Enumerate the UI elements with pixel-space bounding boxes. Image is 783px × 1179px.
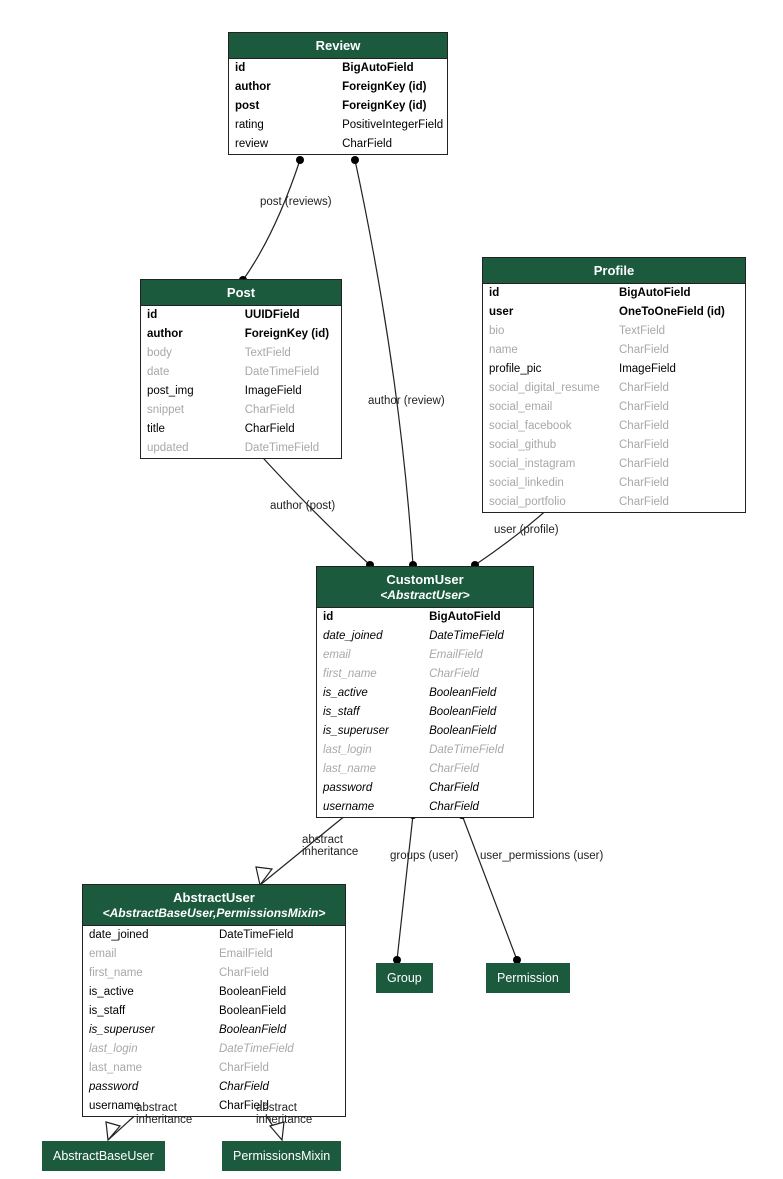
label-groups-user: groups (user)	[390, 850, 458, 862]
box-group: Group	[376, 963, 433, 993]
label-abs-inh-2: abstract inheritance	[136, 1102, 192, 1126]
field-row: is_staffBooleanField	[317, 703, 533, 722]
entity-fields: date_joinedDateTimeFieldemailEmailFieldf…	[83, 926, 345, 1116]
field-row: usernameCharField	[317, 798, 533, 817]
entity-title: CustomUser <AbstractUser>	[317, 567, 533, 608]
field-row: social_facebookCharField	[483, 417, 745, 436]
entity-title: Review	[229, 33, 447, 59]
label-author-post: author (post)	[270, 500, 335, 512]
erd-canvas: Review idBigAutoFieldauthorForeignKey (i…	[0, 0, 783, 1179]
field-row: passwordCharField	[317, 779, 533, 798]
field-row: userOneToOneField (id)	[483, 303, 745, 322]
field-row: social_instagramCharField	[483, 455, 745, 474]
label-abs-inh-3: abstract inheritance	[256, 1102, 312, 1126]
entity-fields: idBigAutoFieldauthorForeignKey (id)postF…	[229, 59, 447, 154]
box-permission: Permission	[486, 963, 570, 993]
field-row: social_portfolioCharField	[483, 493, 745, 512]
field-row: last_loginDateTimeField	[83, 1040, 345, 1059]
field-row: idBigAutoField	[229, 59, 447, 78]
label-author-review: author (review)	[368, 395, 445, 407]
field-row: titleCharField	[141, 420, 341, 439]
field-row: authorForeignKey (id)	[141, 325, 341, 344]
field-row: post_imgImageField	[141, 382, 341, 401]
field-row: nameCharField	[483, 341, 745, 360]
field-row: is_staffBooleanField	[83, 1002, 345, 1021]
entity-fields: idBigAutoFielddate_joinedDateTimeFieldem…	[317, 608, 533, 817]
field-row: reviewCharField	[229, 135, 447, 154]
field-row: first_nameCharField	[317, 665, 533, 684]
label-user-perms: user_permissions (user)	[480, 850, 603, 862]
entity-review: Review idBigAutoFieldauthorForeignKey (i…	[228, 32, 448, 155]
entity-customuser: CustomUser <AbstractUser> idBigAutoField…	[316, 566, 534, 818]
field-row: social_linkedinCharField	[483, 474, 745, 493]
box-abstractbaseuser: AbstractBaseUser	[42, 1141, 165, 1171]
field-row: is_superuserBooleanField	[317, 722, 533, 741]
field-row: social_githubCharField	[483, 436, 745, 455]
entity-fields: idUUIDFieldauthorForeignKey (id)bodyText…	[141, 306, 341, 458]
box-permissionsmixin: PermissionsMixin	[222, 1141, 341, 1171]
field-row: social_emailCharField	[483, 398, 745, 417]
field-row: emailEmailField	[317, 646, 533, 665]
field-row: updatedDateTimeField	[141, 439, 341, 458]
field-row: ratingPositiveIntegerField	[229, 116, 447, 135]
field-row: idBigAutoField	[483, 284, 745, 303]
field-row: postForeignKey (id)	[229, 97, 447, 116]
field-row: profile_picImageField	[483, 360, 745, 379]
field-row: bodyTextField	[141, 344, 341, 363]
field-row: idUUIDField	[141, 306, 341, 325]
entity-title: Profile	[483, 258, 745, 284]
field-row: passwordCharField	[83, 1078, 345, 1097]
field-row: emailEmailField	[83, 945, 345, 964]
field-row: bioTextField	[483, 322, 745, 341]
field-row: is_superuserBooleanField	[83, 1021, 345, 1040]
field-row: social_digital_resumeCharField	[483, 379, 745, 398]
entity-title: Post	[141, 280, 341, 306]
field-row: snippetCharField	[141, 401, 341, 420]
field-row: last_nameCharField	[83, 1059, 345, 1078]
entity-post: Post idUUIDFieldauthorForeignKey (id)bod…	[140, 279, 342, 459]
entity-title: AbstractUser <AbstractBaseUser,Permissio…	[83, 885, 345, 926]
field-row: date_joinedDateTimeField	[83, 926, 345, 945]
entity-abstractuser: AbstractUser <AbstractBaseUser,Permissio…	[82, 884, 346, 1117]
field-row: date_joinedDateTimeField	[317, 627, 533, 646]
field-row: first_nameCharField	[83, 964, 345, 983]
field-row: is_activeBooleanField	[83, 983, 345, 1002]
field-row: is_activeBooleanField	[317, 684, 533, 703]
field-row: idBigAutoField	[317, 608, 533, 627]
field-row: last_nameCharField	[317, 760, 533, 779]
label-user-profile: user (profile)	[494, 524, 559, 536]
label-post-reviews: post (reviews)	[260, 196, 332, 208]
entity-fields: idBigAutoFielduserOneToOneField (id)bioT…	[483, 284, 745, 512]
label-abs-inh-1: abstract inheritance	[302, 834, 358, 858]
field-row: authorForeignKey (id)	[229, 78, 447, 97]
entity-profile: Profile idBigAutoFielduserOneToOneField …	[482, 257, 746, 513]
field-row: last_loginDateTimeField	[317, 741, 533, 760]
field-row: dateDateTimeField	[141, 363, 341, 382]
